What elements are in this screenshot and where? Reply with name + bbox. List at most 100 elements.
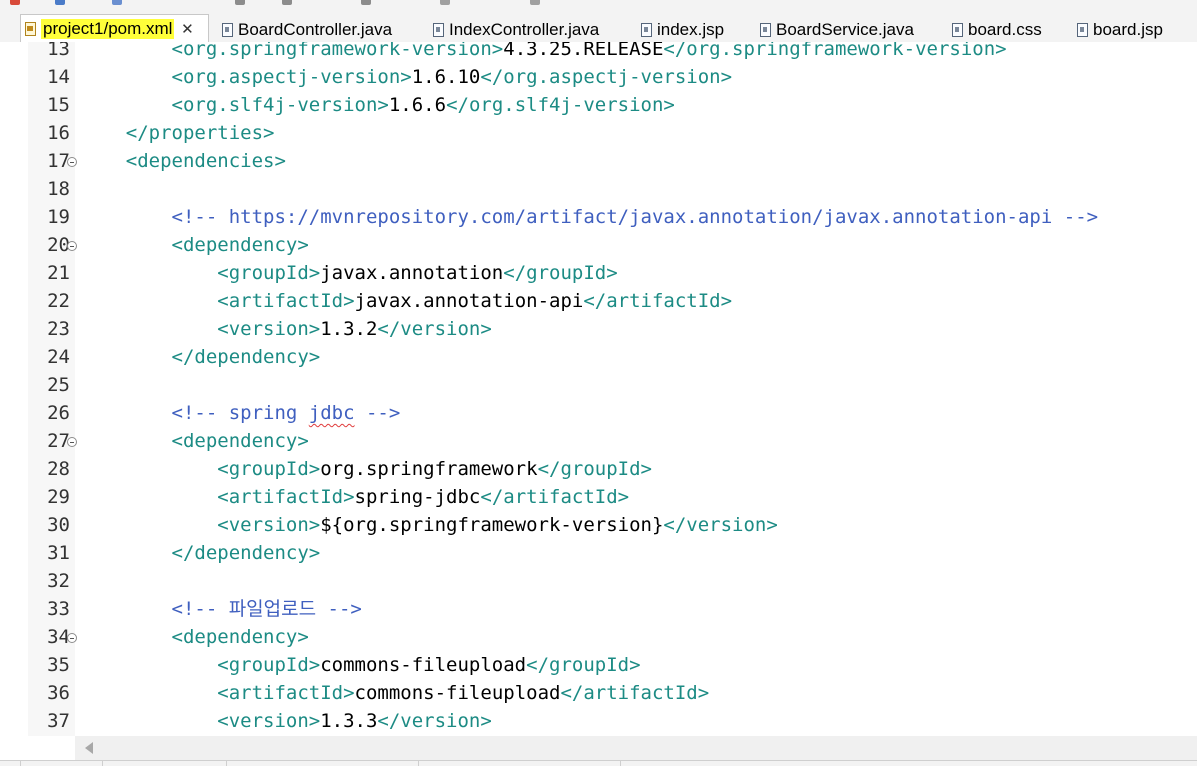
line-number-text: 20 (47, 234, 70, 256)
code-area[interactable]: <org.springframework-version>4.3.25.RELE… (80, 42, 1197, 736)
code-line-33[interactable]: <!-- 파일업로드 --> (80, 595, 362, 623)
code-line-17[interactable]: <dependencies> (80, 147, 286, 175)
xml-tag: </version> (377, 318, 492, 340)
xml-tag: <groupId> (80, 262, 321, 284)
code-line-34[interactable]: <dependency> (80, 623, 309, 651)
toolbar-icon-gray[interactable] (530, 0, 540, 5)
line-number-text: 26 (47, 402, 70, 424)
tab-board-service[interactable]: BoardService.java (760, 18, 914, 42)
fold-toggle-icon[interactable] (67, 633, 77, 643)
xml-comment: <!-- 파일업로드 --> (80, 598, 362, 620)
code-line-35[interactable]: <groupId>commons-fileupload</groupId> (80, 651, 640, 679)
toolbar-icon-gray[interactable] (361, 0, 371, 5)
spelling-error-word[interactable]: jdbc (309, 402, 355, 424)
xml-comment: --> (354, 402, 401, 424)
toolbar-icon-blue[interactable] (55, 0, 65, 5)
xml-tag: <version> (80, 514, 321, 536)
tab-board-controller[interactable]: BoardController.java (222, 18, 392, 42)
close-icon[interactable]: ✕ (180, 20, 194, 38)
xml-tag: </artifactId> (560, 682, 710, 704)
code-line-16[interactable]: </properties> (80, 119, 275, 147)
xml-tag: </version> (377, 710, 492, 732)
line-number: 20 (28, 231, 70, 259)
line-number-text: 31 (47, 542, 70, 564)
code-line-14[interactable]: <org.aspectj-version>1.6.10</org.aspectj… (80, 63, 733, 91)
line-number: 36 (28, 679, 70, 707)
line-number: 19 (28, 203, 70, 231)
line-number: 34 (28, 623, 70, 651)
jsp-file-icon (641, 23, 652, 37)
overview-ruler (0, 42, 28, 736)
fold-toggle-icon[interactable] (67, 157, 77, 167)
code-line-37[interactable]: <version>1.3.3</version> (80, 707, 492, 735)
xml-tag: <org.aspectj-version> (80, 66, 412, 88)
line-number-text: 33 (47, 598, 70, 620)
scrollbar-corner (0, 736, 75, 760)
code-editor[interactable]: 13 14 15 16 17 18 19 20 21 22 23 24 25 26 27 28 29 30 31 32… (0, 42, 1197, 736)
status-separator (620, 761, 621, 766)
status-separator (418, 761, 419, 766)
scroll-left-arrow-icon[interactable] (85, 742, 93, 754)
tab-board-css[interactable]: board.css (952, 18, 1042, 42)
line-number: 37 (28, 707, 70, 735)
line-number-text: 15 (47, 94, 70, 116)
line-number: 35 (28, 651, 70, 679)
tab-pom-xml[interactable]: project1/pom.xml ✕ (20, 14, 209, 42)
toolbar-icon-blue[interactable] (112, 0, 122, 5)
code-line-28[interactable]: <groupId>org.springframework</groupId> (80, 455, 652, 483)
tab-label: index.jsp (657, 20, 725, 39)
fold-toggle-icon[interactable] (67, 437, 77, 447)
xml-value: ${org.springframework-version} (320, 514, 664, 536)
code-line-29[interactable]: <artifactId>spring-jdbc</artifactId> (80, 483, 629, 511)
xml-tag: <artifactId> (80, 682, 355, 704)
xml-tag: <artifactId> (80, 290, 355, 312)
code-line-20[interactable]: <dependency> (80, 231, 309, 259)
status-separator (226, 761, 227, 766)
tab-index-controller[interactable]: IndexController.java (433, 18, 599, 42)
xml-tag: <groupId> (80, 654, 321, 676)
code-line-31[interactable]: </dependency> (80, 539, 321, 567)
tab-label: board.css (968, 20, 1042, 39)
tab-label: BoardService.java (776, 20, 914, 39)
xml-tag: </dependency> (80, 542, 321, 564)
code-line-30[interactable]: <version>${org.springframework-version}<… (80, 511, 778, 539)
line-number: 16 (28, 119, 70, 147)
toolbar-icon-gray[interactable] (282, 0, 292, 5)
code-line-15[interactable]: <org.slf4j-version>1.6.6</org.slf4j-vers… (80, 91, 675, 119)
line-number-gutter: 13 14 15 16 17 18 19 20 21 22 23 24 25 26 27 28 29 30 31 32… (28, 42, 77, 736)
xml-tag: </dependency> (80, 346, 321, 368)
toolbar-icon-gray[interactable] (235, 0, 245, 5)
code-line-13[interactable]: <org.springframework-version>4.3.25.RELE… (80, 42, 1007, 63)
line-number-text: 14 (47, 66, 70, 88)
xml-tag: <dependency> (80, 430, 309, 452)
fold-toggle-icon[interactable] (67, 241, 77, 251)
xml-value: 1.3.2 (320, 318, 378, 340)
code-line-26[interactable]: <!-- spring jdbc --> (80, 399, 401, 427)
editor-tab-bar: project1/pom.xml ✕ BoardController.java … (0, 8, 1197, 43)
tab-board-jsp[interactable]: board.jsp (1077, 18, 1163, 42)
code-line-22[interactable]: <artifactId>javax.annotation-api</artifa… (80, 287, 732, 315)
line-number: 21 (28, 259, 70, 287)
xml-tag: </version> (663, 514, 778, 536)
code-line-36[interactable]: <artifactId>commons-fileupload</artifact… (80, 679, 709, 707)
xml-value: 1.3.3 (320, 710, 378, 732)
code-line-27[interactable]: <dependency> (80, 427, 309, 455)
horizontal-scrollbar[interactable] (75, 736, 1197, 760)
toolbar-icon-gray[interactable] (440, 0, 450, 5)
xml-value: javax.annotation (320, 262, 504, 284)
line-number: 24 (28, 343, 70, 371)
xml-tag: <dependency> (80, 626, 309, 648)
toolbar-icon-red[interactable] (10, 0, 20, 5)
line-number-text: 16 (47, 122, 70, 144)
tab-label: IndexController.java (449, 20, 600, 39)
line-number: 18 (28, 175, 70, 203)
code-line-21[interactable]: <groupId>javax.annotation</groupId> (80, 259, 617, 287)
code-line-24[interactable]: </dependency> (80, 343, 321, 371)
tab-index-jsp[interactable]: index.jsp (641, 18, 724, 42)
xml-tag: </groupId> (537, 458, 652, 480)
xml-tag: <org.springframework-version> (80, 42, 504, 60)
xml-tag: </artifactId> (583, 290, 733, 312)
code-line-23[interactable]: <version>1.3.2</version> (80, 315, 492, 343)
code-line-19[interactable]: <!-- https://mvnrepository.com/artifact/… (80, 203, 1099, 231)
tab-label: board.jsp (1093, 20, 1163, 39)
